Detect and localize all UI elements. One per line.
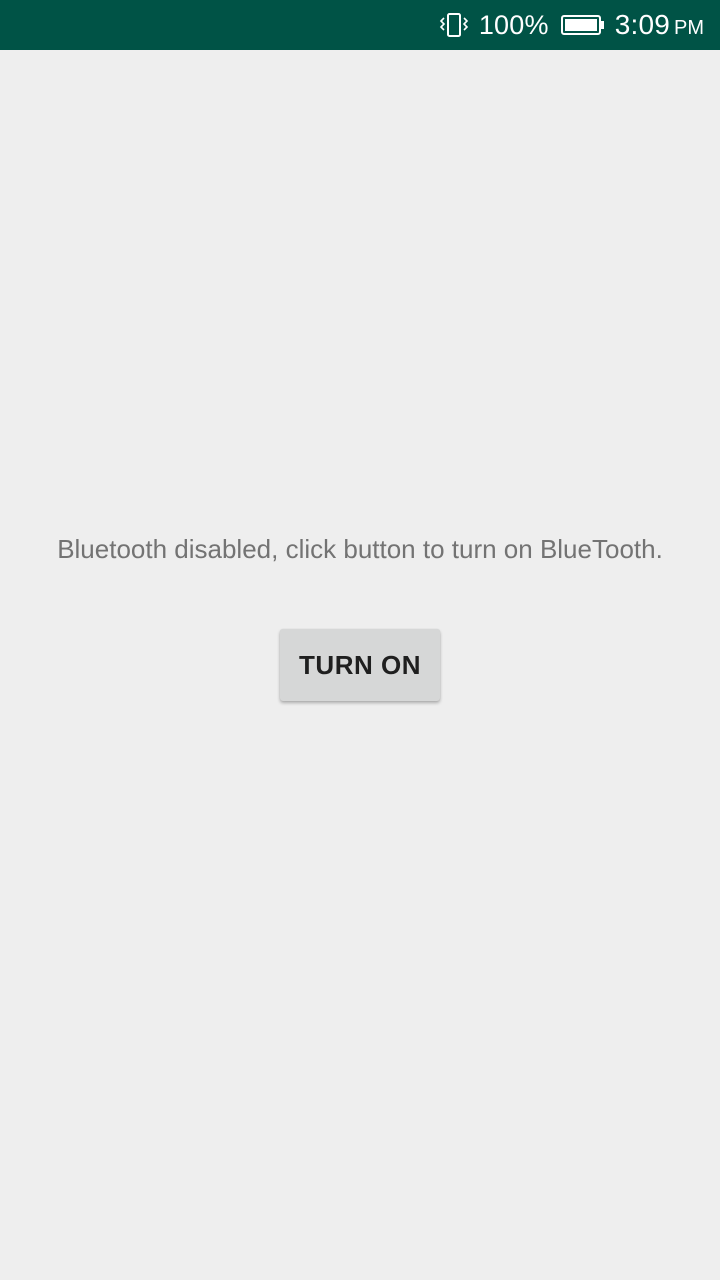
battery-icon <box>560 14 605 36</box>
clock-ampm: PM <box>674 17 704 39</box>
main-content: Bluetooth disabled, click button to turn… <box>0 50 720 1280</box>
status-bar: 100% 3:09 PM <box>0 0 720 50</box>
clock: 3:09 PM <box>615 9 704 41</box>
bluetooth-status-message: Bluetooth disabled, click button to turn… <box>57 534 663 564</box>
vibrate-icon <box>439 11 469 39</box>
turn-on-button[interactable]: TURN ON <box>280 629 440 701</box>
battery-percentage: 100% <box>478 9 549 40</box>
clock-time: 3:09 <box>614 9 670 40</box>
